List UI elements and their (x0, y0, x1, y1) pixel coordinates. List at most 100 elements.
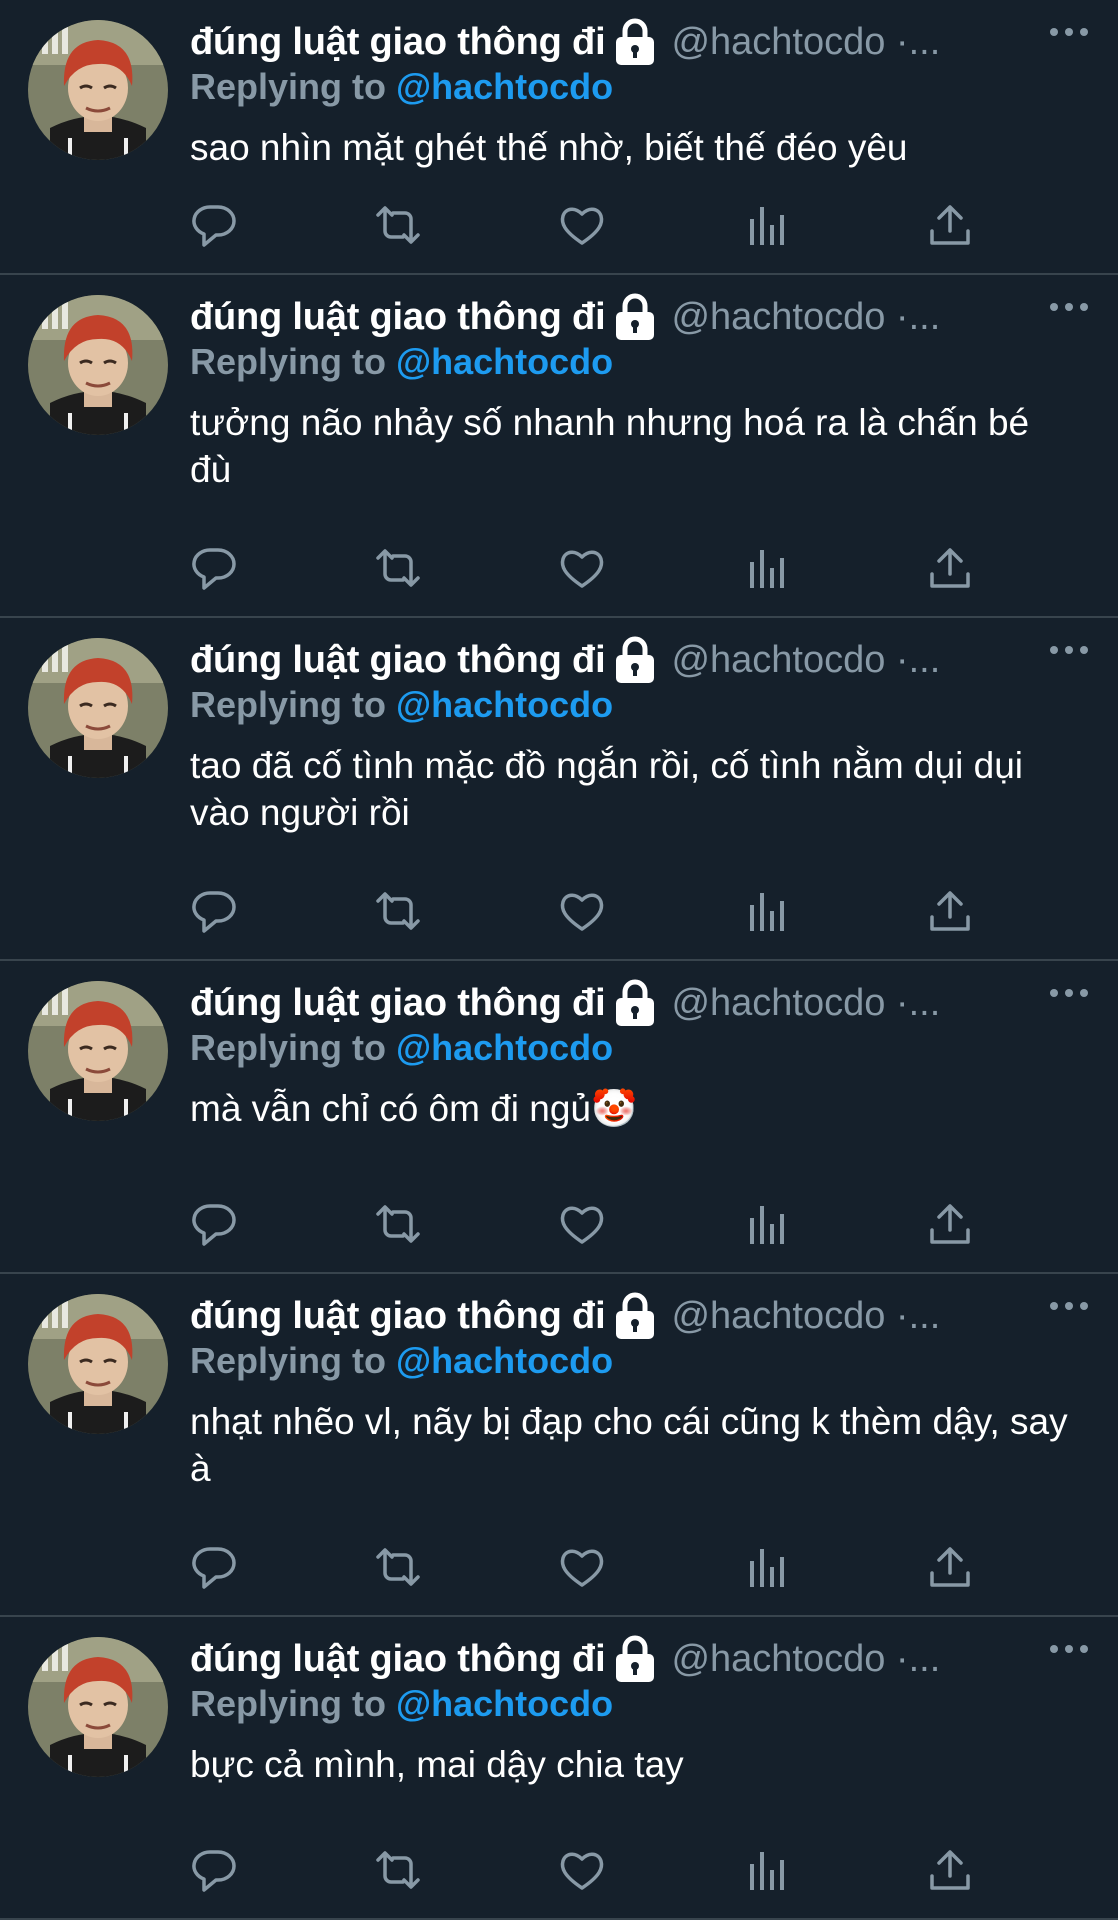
like-icon[interactable] (558, 1200, 606, 1248)
views-icon[interactable] (742, 887, 790, 935)
handle[interactable]: @hachtocdo ·... (671, 639, 940, 682)
tweet-actions (190, 1543, 990, 1591)
replying-label: Replying to (190, 1027, 386, 1068)
like-icon[interactable] (558, 887, 606, 935)
tweet-text: tao đã cố tình mặc đồ ngắn rồi, cố tình … (190, 745, 1024, 833)
tweet-header: đúng luật giao thông đi @hachtocdo ·... (190, 975, 1094, 1031)
replying-to: Replying to @hachtocdo (190, 1340, 613, 1382)
retweet-icon[interactable] (374, 544, 422, 592)
reply-icon[interactable] (190, 1846, 238, 1894)
retweet-icon[interactable] (374, 1846, 422, 1894)
tweet-header: đúng luật giao thông đi @hachtocdo ·... (190, 289, 1094, 345)
tweet-actions (190, 887, 990, 935)
replying-to: Replying to @hachtocdo (190, 684, 613, 726)
replying-label: Replying to (190, 1340, 386, 1381)
lock-icon (613, 1291, 657, 1341)
reply-icon[interactable] (190, 1200, 238, 1248)
mention-link[interactable]: @hachtocdo (396, 66, 613, 107)
tweet-text: tưởng não nhảy số nhanh nhưng hoá ra là … (190, 402, 1030, 490)
retweet-icon[interactable] (374, 887, 422, 935)
display-name[interactable]: đúng luật giao thông đi (190, 982, 606, 1025)
share-icon[interactable] (926, 1543, 974, 1591)
replying-to: Replying to @hachtocdo (190, 1683, 613, 1725)
handle[interactable]: @hachtocdo ·... (671, 1295, 940, 1338)
lock-icon (613, 17, 657, 67)
tweet-text: nhạt nhẽo vl, nãy bị đạp cho cái cũng k … (190, 1401, 1068, 1489)
more-icon[interactable] (1046, 1294, 1092, 1324)
replying-label: Replying to (190, 341, 386, 382)
like-icon[interactable] (558, 201, 606, 249)
replying-to: Replying to @hachtocdo (190, 1027, 613, 1069)
views-icon[interactable] (742, 1200, 790, 1248)
mention-link[interactable]: @hachtocdo (396, 1683, 613, 1724)
more-icon[interactable] (1046, 1637, 1092, 1667)
handle[interactable]: @hachtocdo ·... (671, 21, 940, 64)
like-icon[interactable] (558, 544, 606, 592)
tweet-text: mà vẫn chỉ có ôm đi ngủ🤡 (190, 1088, 638, 1129)
views-icon[interactable] (742, 201, 790, 249)
more-icon[interactable] (1046, 638, 1092, 668)
handle[interactable]: @hachtocdo ·... (671, 296, 940, 339)
mention-link[interactable]: @hachtocdo (396, 1027, 613, 1068)
retweet-icon[interactable] (374, 201, 422, 249)
reply-thread: đúng luật giao thông đi @hachtocdo ·... (0, 0, 1118, 1920)
tweet[interactable]: đúng luật giao thông đi @hachtocdo ·... (0, 0, 1118, 275)
replying-to: Replying to @hachtocdo (190, 341, 613, 383)
tweet[interactable]: đúng luật giao thông đi @hachtocdo ·... (0, 961, 1118, 1274)
reply-icon[interactable] (190, 544, 238, 592)
tweet[interactable]: đúng luật giao thông đi @hachtocdo ·... (0, 275, 1118, 618)
mention-link[interactable]: @hachtocdo (396, 684, 613, 725)
share-icon[interactable] (926, 1846, 974, 1894)
tweet-actions (190, 544, 990, 592)
tweet-text: bực cả mình, mai dậy chia tay (190, 1744, 684, 1785)
tweet[interactable]: đúng luật giao thông đi @hachtocdo ·... (0, 618, 1118, 961)
retweet-icon[interactable] (374, 1200, 422, 1248)
like-icon[interactable] (558, 1543, 606, 1591)
avatar[interactable] (28, 1294, 168, 1434)
share-icon[interactable] (926, 544, 974, 592)
replying-label: Replying to (190, 66, 386, 107)
lock-icon (613, 635, 657, 685)
mention-link[interactable]: @hachtocdo (396, 341, 613, 382)
more-icon[interactable] (1046, 981, 1092, 1011)
tweet-actions (190, 201, 990, 249)
tweet-header: đúng luật giao thông đi @hachtocdo ·... (190, 1288, 1094, 1344)
more-icon[interactable] (1046, 295, 1092, 325)
tweet[interactable]: đúng luật giao thông đi @hachtocdo ·... (0, 1617, 1118, 1920)
reply-icon[interactable] (190, 201, 238, 249)
tweet-header: đúng luật giao thông đi @hachtocdo ·... (190, 1631, 1094, 1687)
views-icon[interactable] (742, 1846, 790, 1894)
lock-icon (613, 292, 657, 342)
avatar[interactable] (28, 981, 168, 1121)
tweet[interactable]: đúng luật giao thông đi @hachtocdo ·... (0, 1274, 1118, 1617)
views-icon[interactable] (742, 1543, 790, 1591)
tweet-text: sao nhìn mặt ghét thế nhờ, biết thế đéo … (190, 127, 908, 168)
retweet-icon[interactable] (374, 1543, 422, 1591)
more-icon[interactable] (1046, 20, 1092, 50)
avatar[interactable] (28, 638, 168, 778)
display-name[interactable]: đúng luật giao thông đi (190, 296, 606, 339)
reply-icon[interactable] (190, 887, 238, 935)
avatar[interactable] (28, 20, 168, 160)
mention-link[interactable]: @hachtocdo (396, 1340, 613, 1381)
display-name[interactable]: đúng luật giao thông đi (190, 21, 606, 64)
replying-label: Replying to (190, 1683, 386, 1724)
handle[interactable]: @hachtocdo ·... (671, 982, 940, 1025)
display-name[interactable]: đúng luật giao thông đi (190, 639, 606, 682)
display-name[interactable]: đúng luật giao thông đi (190, 1295, 606, 1338)
views-icon[interactable] (742, 544, 790, 592)
like-icon[interactable] (558, 1846, 606, 1894)
display-name[interactable]: đúng luật giao thông đi (190, 1638, 606, 1681)
share-icon[interactable] (926, 887, 974, 935)
handle[interactable]: @hachtocdo ·... (671, 1638, 940, 1681)
lock-icon (613, 1634, 657, 1684)
tweet-header: đúng luật giao thông đi @hachtocdo ·... (190, 14, 1094, 70)
replying-to: Replying to @hachtocdo (190, 66, 613, 108)
avatar[interactable] (28, 1637, 168, 1777)
replying-label: Replying to (190, 684, 386, 725)
avatar[interactable] (28, 295, 168, 435)
share-icon[interactable] (926, 1200, 974, 1248)
share-icon[interactable] (926, 201, 974, 249)
lock-icon (613, 978, 657, 1028)
reply-icon[interactable] (190, 1543, 238, 1591)
